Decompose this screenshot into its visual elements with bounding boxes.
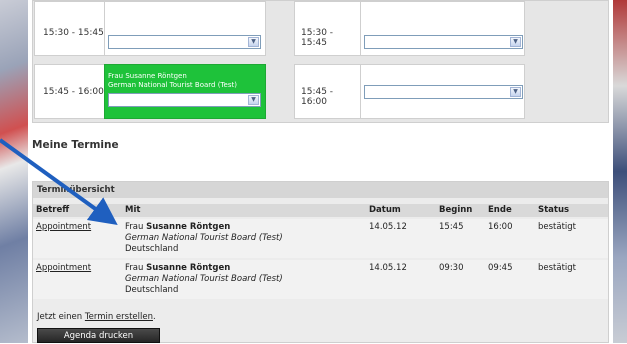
date-value: 14.05.12 [369, 263, 407, 273]
time-cell: 15:45 - 16:00 [34, 64, 105, 119]
background-right [613, 0, 627, 343]
slot-cell: ▼ [360, 1, 525, 56]
time-label: 15:45 - 16:00 [301, 87, 334, 107]
time-label: 15:30 - 15:45 [43, 28, 104, 38]
person-name: Susanne Röntgen [146, 263, 231, 273]
slot-select[interactable]: ▼ [364, 35, 523, 49]
create-suffix: . [152, 312, 156, 322]
booked-org: German National Tourist Board (Test) [108, 81, 237, 89]
start-value: 15:45 [439, 222, 464, 232]
time-cell: 15:30 - 15:45 [294, 1, 361, 56]
col-date: Datum [369, 205, 401, 215]
slot-select[interactable]: ▼ [364, 85, 523, 99]
background-left [0, 0, 28, 343]
col-subject: Betreff [36, 205, 70, 215]
main-content: 15:30 - 15:45 ▼ 15:30 - 15:45 ▼ 15:45 - … [28, 0, 613, 343]
table-row: Appointment Frau Susanne Röntgen German … [33, 219, 608, 258]
col-start: Beginn [439, 205, 473, 215]
contact-country: Deutschland [125, 285, 179, 295]
appointment-link[interactable]: Appointment [36, 222, 91, 232]
chevron-down-icon[interactable]: ▼ [510, 37, 521, 47]
time-label: 15:45 - 16:00 [43, 87, 104, 97]
status-value: bestätigt [538, 263, 577, 273]
contact-country: Deutschland [125, 244, 179, 254]
end-value: 09:45 [488, 263, 513, 273]
booked-slot-cell[interactable]: Frau Susanne Röntgen German National Tou… [104, 64, 266, 119]
col-end: Ende [488, 205, 512, 215]
contact-name: Frau Susanne Röntgen [125, 222, 230, 232]
slot-select[interactable]: ▼ [108, 35, 261, 49]
section-title: Meine Termine [32, 139, 119, 151]
col-with: Mit [125, 205, 141, 215]
contact-org: German National Tourist Board (Test) [125, 274, 283, 284]
panel-title: Terminübersicht [33, 182, 608, 198]
time-label: 15:30 - 15:45 [301, 28, 334, 48]
print-agenda-button[interactable]: Agenda drucken [37, 328, 160, 343]
contact-org: German National Tourist Board (Test) [125, 233, 283, 243]
chevron-down-icon[interactable]: ▼ [248, 37, 259, 47]
status-value: bestätigt [538, 222, 577, 232]
person-name: Susanne Röntgen [146, 222, 231, 232]
table-header: Betreff Mit Datum Beginn Ende Status [33, 204, 608, 217]
create-prefix: Jetzt einen [37, 312, 83, 322]
salutation: Frau [125, 263, 144, 273]
slot-select[interactable]: ▼ [108, 93, 261, 107]
create-appointment-text: Jetzt einen Termin erstellen. [37, 312, 156, 322]
date-value: 14.05.12 [369, 222, 407, 232]
schedule-grid: 15:30 - 15:45 ▼ 15:30 - 15:45 ▼ 15:45 - … [32, 0, 609, 123]
slot-cell: ▼ [104, 1, 266, 56]
start-value: 09:30 [439, 263, 464, 273]
chevron-down-icon[interactable]: ▼ [248, 95, 259, 105]
chevron-down-icon[interactable]: ▼ [510, 87, 521, 97]
col-status: Status [538, 205, 570, 215]
contact-name: Frau Susanne Röntgen [125, 263, 230, 273]
end-value: 16:00 [488, 222, 513, 232]
slot-cell: ▼ [360, 64, 525, 119]
booked-name: Frau Susanne Röntgen [108, 72, 187, 80]
table-row: Appointment Frau Susanne Röntgen German … [33, 260, 608, 299]
time-cell: 15:30 - 15:45 [34, 1, 105, 56]
create-appointment-link[interactable]: Termin erstellen [85, 312, 153, 322]
appointment-overview-panel: Terminübersicht Betreff Mit Datum Beginn… [32, 181, 609, 343]
salutation: Frau [125, 222, 144, 232]
appointment-link[interactable]: Appointment [36, 263, 91, 273]
time-cell: 15:45 - 16:00 [294, 64, 361, 119]
